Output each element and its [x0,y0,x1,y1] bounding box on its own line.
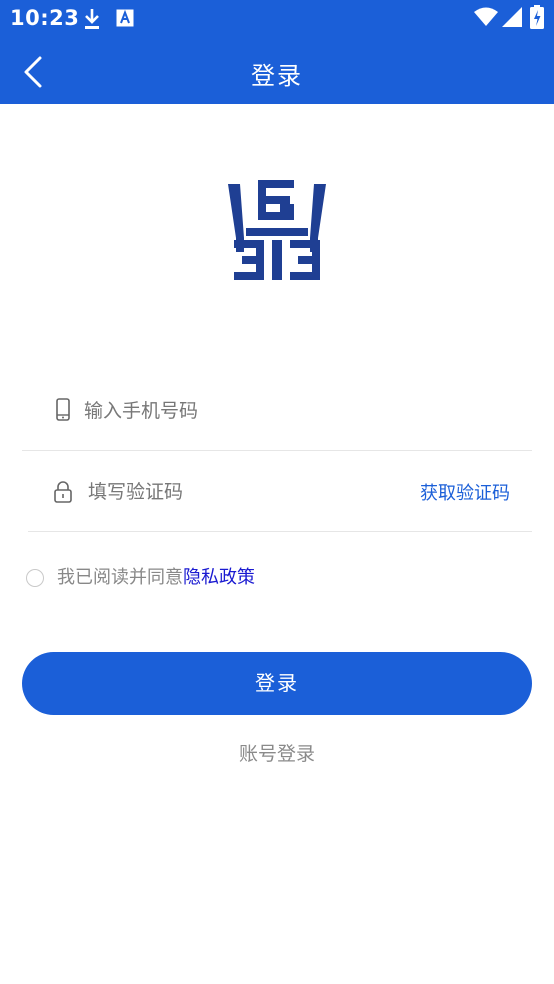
verification-code-input[interactable] [86,473,390,511]
phone-field-row [22,370,532,451]
app-header: 登录 [0,38,554,104]
login-button[interactable]: 登录 [22,652,532,715]
page-title: 登录 [251,62,303,90]
agreement-label: 我已阅读并同意 [57,567,183,588]
agreement-text: 我已阅读并同意隐私政策 [57,566,255,590]
font-a-icon [116,9,134,31]
account-login-link[interactable]: 账号登录 [0,739,554,766]
agreement-checkbox[interactable] [26,569,44,587]
phone-icon [52,398,74,422]
download-icon [82,8,102,34]
phone-input[interactable] [82,392,386,430]
code-field-row: 获取验证码 [28,451,532,532]
brand-logo-icon [228,180,326,280]
battery-icon [530,5,544,33]
status-bar: 10:23 [0,0,554,38]
signal-icon [502,7,522,31]
status-time: 10:23 [10,6,80,30]
login-page: 10:23 登录 输入手机号码 填写验证码 获取验证码 我已阅读并同意隐私政策 … [0,0,554,984]
wifi-icon [474,7,498,31]
privacy-policy-link[interactable]: 隐私政策 [183,567,255,588]
get-code-button[interactable]: 获取验证码 [420,479,510,505]
lock-icon [52,480,74,504]
